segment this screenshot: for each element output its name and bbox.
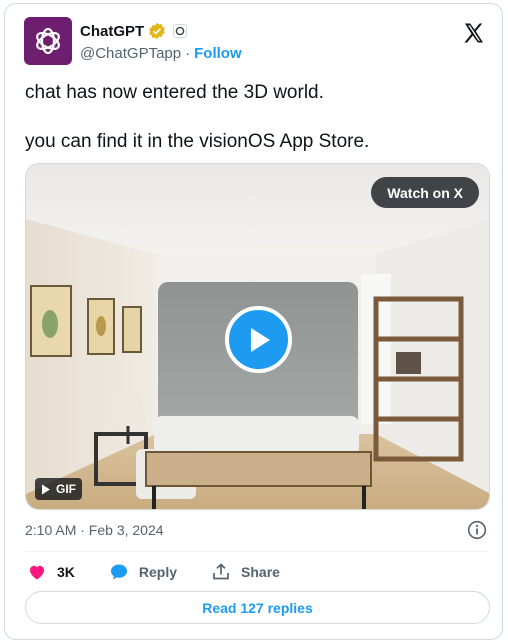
share-label: Share	[241, 564, 280, 580]
read-replies-button[interactable]: Read 127 replies	[25, 591, 490, 624]
gif-badge[interactable]: GIF	[35, 478, 82, 500]
author-name-row: ChatGPT	[80, 22, 188, 40]
gif-label: GIF	[56, 482, 76, 496]
info-icon[interactable]	[467, 520, 487, 540]
avatar[interactable]	[24, 17, 72, 65]
affiliation-badge-icon[interactable]	[173, 24, 188, 38]
divider	[25, 551, 488, 552]
share-icon	[213, 563, 229, 580]
heart-icon	[30, 565, 44, 580]
tweet-card: ChatGPT @ChatGPTapp · Follow chat has no…	[4, 3, 503, 640]
watch-on-x-button[interactable]: Watch on X	[371, 177, 479, 208]
separator-dot: ·	[185, 45, 191, 62]
play-icon	[250, 327, 270, 352]
timestamp[interactable]: 2:10 AM · Feb 3, 2024	[25, 522, 164, 538]
author-name[interactable]: ChatGPT	[80, 23, 144, 40]
play-button[interactable]	[225, 306, 292, 373]
share-action[interactable]: Share	[211, 562, 280, 582]
tweet-text: chat has now entered the 3D world. you c…	[25, 80, 485, 154]
follow-button[interactable]: Follow	[194, 45, 242, 62]
author-handle[interactable]: @ChatGPTapp	[80, 45, 181, 62]
openai-logo-icon	[36, 27, 60, 55]
tweet-line: you can find it in the visionOS App Stor…	[25, 131, 370, 152]
reply-bubble-icon	[110, 564, 127, 580]
reply-label: Reply	[138, 564, 178, 580]
like-action[interactable]: 3K	[27, 562, 75, 582]
x-logo-icon[interactable]	[462, 21, 486, 45]
tweet-line: chat has now entered the 3D world.	[25, 82, 324, 103]
play-small-icon	[42, 484, 50, 494]
reply-action[interactable]: Reply	[109, 562, 177, 582]
author-handle-row: @ChatGPTapp · Follow	[80, 45, 242, 62]
media-gif[interactable]: Watch on X GIF	[25, 163, 490, 510]
like-count: 3K	[57, 564, 75, 580]
verified-badge-icon	[149, 22, 165, 40]
action-bar: 3K Reply Share	[27, 562, 280, 582]
